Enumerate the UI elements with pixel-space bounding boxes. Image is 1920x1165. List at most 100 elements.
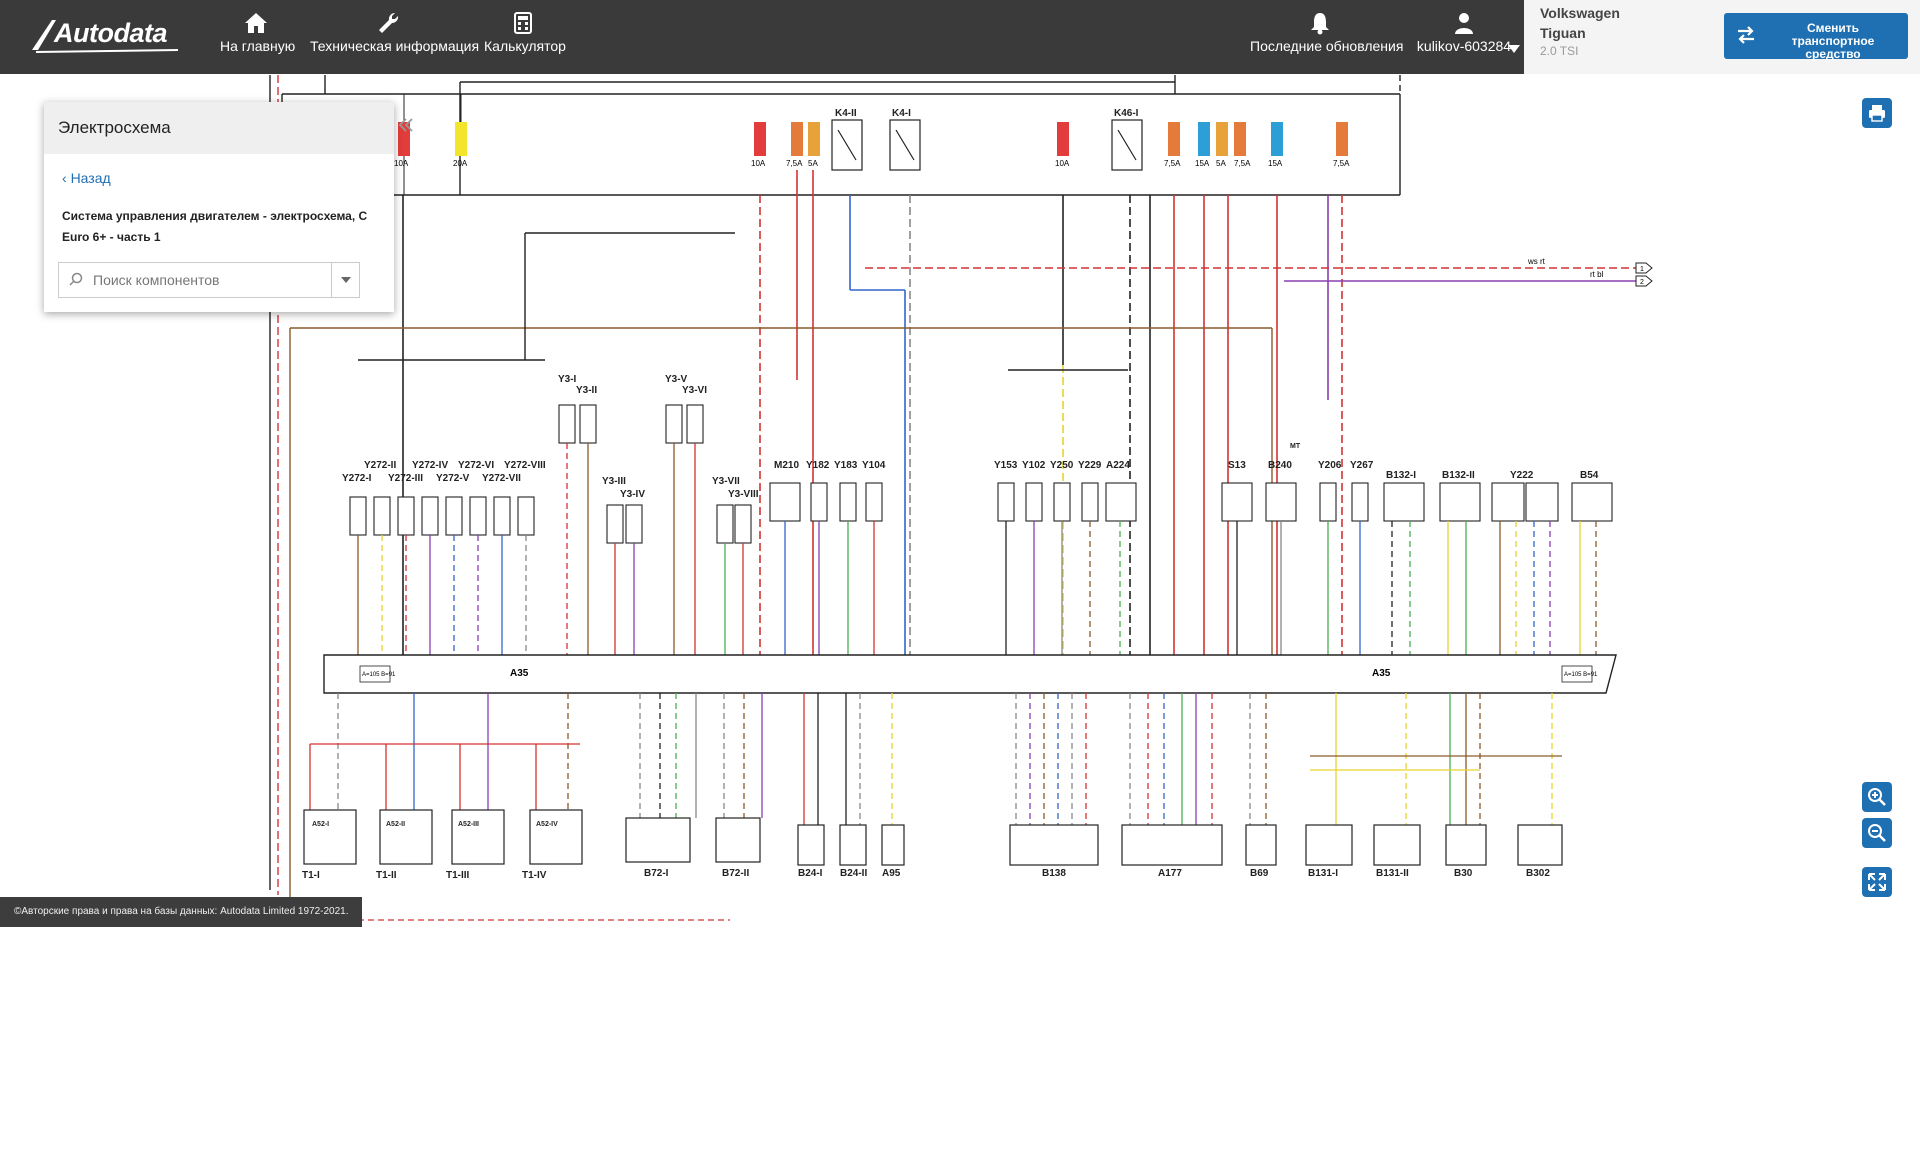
svg-text:Y3-VII: Y3-VII <box>712 476 740 487</box>
top-component-labels: Y272-I Y272-II Y272-III Y272-IV Y272-V Y… <box>342 374 1599 500</box>
svg-text:A35: A35 <box>1372 668 1391 679</box>
change-vehicle-label: Сменить транспортное средство <box>1791 21 1875 61</box>
wiring-diagram-panel: Электросхема ‹ Назад Система управления … <box>44 102 413 312</box>
svg-text:20A: 20A <box>453 159 468 168</box>
svg-text:T1-I: T1-I <box>302 870 320 881</box>
search-dropdown-button[interactable] <box>331 263 360 297</box>
svg-text:B24-I: B24-I <box>798 868 823 879</box>
change-vehicle-button[interactable]: Сменить транспортное средство <box>1724 13 1908 61</box>
nav-home[interactable]: На главную <box>220 10 296 66</box>
svg-text:Y272-V: Y272-V <box>436 473 470 484</box>
vehicle-model: Tiguan <box>1540 25 1586 41</box>
svg-text:Y272-I: Y272-I <box>342 473 372 484</box>
collapse-panel-button[interactable] <box>398 116 414 139</box>
svg-text:Y206: Y206 <box>1318 460 1342 471</box>
svg-text:7,5A: 7,5A <box>786 159 803 168</box>
fuse-f3: 15A <box>1195 122 1210 168</box>
nav-home-label: На главную <box>220 38 296 54</box>
svg-text:T1-II: T1-II <box>376 870 397 881</box>
nav-technical-info[interactable]: Техническая информация <box>310 10 479 66</box>
svg-text:Y104: Y104 <box>862 460 886 471</box>
svg-text:Y272-IV: Y272-IV <box>412 460 448 471</box>
svg-text:B132-II: B132-II <box>1442 470 1475 481</box>
svg-text:Y229: Y229 <box>1078 460 1102 471</box>
zoom-out-button[interactable] <box>1862 818 1892 848</box>
fuse-f17: 7,5A <box>1164 122 1181 168</box>
swap-arrows-icon <box>1738 26 1754 44</box>
svg-text:B54: B54 <box>1580 470 1599 481</box>
fuse-f8: 7,5A <box>1234 122 1251 168</box>
back-label: Назад <box>70 170 111 186</box>
relay-group: K4-II K4-I K46-I <box>831 108 1143 171</box>
svg-text:B24-II: B24-II <box>840 868 867 879</box>
svg-text:A95: A95 <box>882 868 901 879</box>
print-button[interactable] <box>1862 98 1892 128</box>
print-icon <box>1869 105 1885 122</box>
diagram-description: Система управления двигателем - электрос… <box>62 209 368 244</box>
zoom-in-button[interactable] <box>1862 782 1892 812</box>
panel-title: Электросхема <box>58 118 171 137</box>
logo-text: Autodata <box>54 18 168 48</box>
fullscreen-icon <box>1868 873 1886 891</box>
svg-text:A52-IV: A52-IV <box>536 821 558 828</box>
svg-text:15A: 15A <box>1195 159 1210 168</box>
calculator-icon <box>514 12 532 34</box>
fuse-f6: 5A <box>1216 122 1228 168</box>
fullscreen-button[interactable] <box>1862 867 1892 897</box>
ecu-a35: A35 A35 A=105 B=91 A=105 B=91 <box>323 654 1617 694</box>
svg-text:7,5A: 7,5A <box>1164 159 1181 168</box>
svg-text:15A: 15A <box>1268 159 1283 168</box>
nav-calculator[interactable]: Калькулятор <box>484 10 566 66</box>
zoom-out-icon <box>1868 824 1886 842</box>
svg-text:B240: B240 <box>1268 460 1292 471</box>
svg-text:B72-I: B72-I <box>644 868 669 879</box>
svg-text:B302: B302 <box>1526 868 1550 879</box>
svg-text:5A: 5A <box>1216 159 1226 168</box>
svg-text:7,5A: 7,5A <box>1234 159 1251 168</box>
svg-text:ws rt: ws rt <box>1527 257 1546 266</box>
outgoing-wires: ws rt rt bl 1 2 <box>865 257 1653 287</box>
svg-text:Y272-II: Y272-II <box>364 460 396 471</box>
lower-wires <box>278 693 1562 921</box>
caret-down-icon <box>341 277 351 283</box>
fuse-f4: 10A <box>1055 122 1070 168</box>
svg-text:A224: A224 <box>1106 460 1130 471</box>
fuse-f7: 7,5A <box>1333 122 1350 168</box>
svg-text:7,5A: 7,5A <box>1333 159 1350 168</box>
relay-k4-ii-label: K4-II <box>835 108 857 119</box>
back-link[interactable]: ‹ Назад <box>62 170 111 186</box>
svg-text:T1-III: T1-III <box>446 870 470 881</box>
svg-text:A52-I: A52-I <box>312 821 329 828</box>
svg-text:A52-II: A52-II <box>386 821 405 828</box>
relay-k46-i-label: K46-I <box>1114 108 1139 119</box>
fuse-f18: 10A <box>394 94 410 195</box>
top-navigation-bar: Autodata На главную Техническая информац… <box>0 0 1524 74</box>
vehicle-make: Volkswagen <box>1540 5 1620 21</box>
component-search-input[interactable] <box>91 269 315 291</box>
svg-text:A=105 B=91: A=105 B=91 <box>362 672 396 678</box>
nav-calculator-label: Калькулятор <box>484 38 566 54</box>
svg-text:5A: 5A <box>808 159 818 168</box>
double-chevron-left-icon <box>398 118 413 132</box>
svg-text:Y222: Y222 <box>1510 470 1534 481</box>
bell-icon <box>1311 13 1329 35</box>
user-menu[interactable]: kulikov-603284 <box>1408 10 1520 66</box>
svg-text:M210: M210 <box>774 460 799 471</box>
svg-text:Y272-VI: Y272-VI <box>458 460 494 471</box>
svg-text:T1-IV: T1-IV <box>522 870 547 881</box>
svg-text:Y102: Y102 <box>1022 460 1046 471</box>
copyright-notice: ©Авторские права и права на базы данных:… <box>0 897 362 927</box>
recent-updates[interactable]: Последние обновления <box>1250 10 1403 66</box>
svg-text:10A: 10A <box>751 159 766 168</box>
svg-text:A35: A35 <box>510 668 529 679</box>
fuse-group: 10A 20A 10A 7,5A 5A 10A 7,5A 15A 5A 7,5A… <box>394 94 1350 195</box>
svg-text:B30: B30 <box>1454 868 1473 879</box>
fuse-f22a: 7,5A <box>786 122 803 168</box>
svg-text:Y272-III: Y272-III <box>388 473 423 484</box>
autodata-logo[interactable]: Autodata <box>30 14 180 56</box>
chevron-down-icon <box>1508 45 1520 53</box>
svg-text:Y3-V: Y3-V <box>665 374 688 385</box>
signal-wires <box>402 170 1343 655</box>
svg-text:A=105 B=91: A=105 B=91 <box>1564 672 1598 678</box>
top-component-boxes <box>349 404 1613 544</box>
